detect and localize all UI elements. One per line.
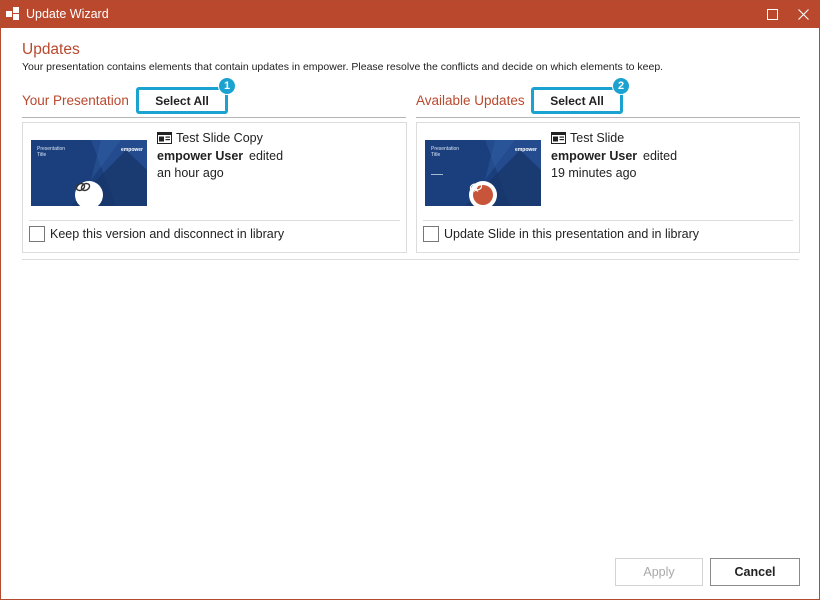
header-separator-right [416,117,800,118]
close-icon [797,9,809,20]
link-icon [75,182,91,192]
link-status [75,181,103,206]
window-title: Update Wizard [26,7,109,21]
thumbnail-title: Presentation Title [431,146,460,158]
slide-thumbnail: Presentation Title empower [425,140,541,206]
maximize-icon [766,9,778,20]
header-separator-left [22,117,406,118]
page-description: Your presentation contains elements that… [22,61,664,73]
user-name: empower User [157,149,244,163]
slide-icon [157,132,172,144]
step-badge-1: 1 [218,77,236,95]
slide-thumbnail: Presentation Title empower [31,140,147,206]
thumbnail-brand: empower [515,147,537,153]
title-bar[interactable]: Update Wizard [1,1,819,28]
keep-version-checkbox[interactable] [29,226,45,242]
page-title: Updates [22,41,80,58]
close-button[interactable] [787,1,819,28]
cancel-button[interactable]: Cancel [710,558,800,586]
thumbnail-subtitle-line [431,174,443,175]
select-all-your-presentation-button[interactable]: Select All [136,87,228,114]
update-status [469,181,497,206]
user-name: empower User [551,149,638,163]
empower-app-icon [6,7,19,20]
apply-button[interactable]: Apply [615,558,703,586]
edit-time: 19 minutes ago [551,166,637,180]
select-all-available-updates-button[interactable]: Select All [531,87,623,114]
broken-link-icon [469,183,483,192]
edit-action: edited [643,149,678,163]
maximize-button[interactable] [756,1,788,28]
card-divider [29,220,400,221]
step-badge-2: 2 [612,77,630,95]
update-wizard-window: Update Wizard Updates Your presentation … [0,0,820,600]
thumbnail-brand: empower [121,147,143,153]
your-presentation-label: Your Presentation [22,93,129,108]
card-divider [423,220,793,221]
update-slide-label[interactable]: Update Slide in this presentation and in… [444,227,699,241]
thumbnail-title: Presentation Title [37,146,66,158]
available-updates-label: Available Updates [416,93,525,108]
available-updates-card: Presentation Title empower Test Slide em… [416,122,800,253]
slide-name: Test Slide [570,131,625,145]
edit-time: an hour ago [157,166,224,180]
your-presentation-card: Presentation Title empower Test Slide Co… [22,122,407,253]
slide-name: Test Slide Copy [176,131,263,145]
edit-action: edited [249,149,284,163]
content-bottom-divider [22,259,799,260]
update-slide-checkbox[interactable] [423,226,439,242]
keep-version-label[interactable]: Keep this version and disconnect in libr… [50,227,284,241]
slide-icon [551,132,566,144]
